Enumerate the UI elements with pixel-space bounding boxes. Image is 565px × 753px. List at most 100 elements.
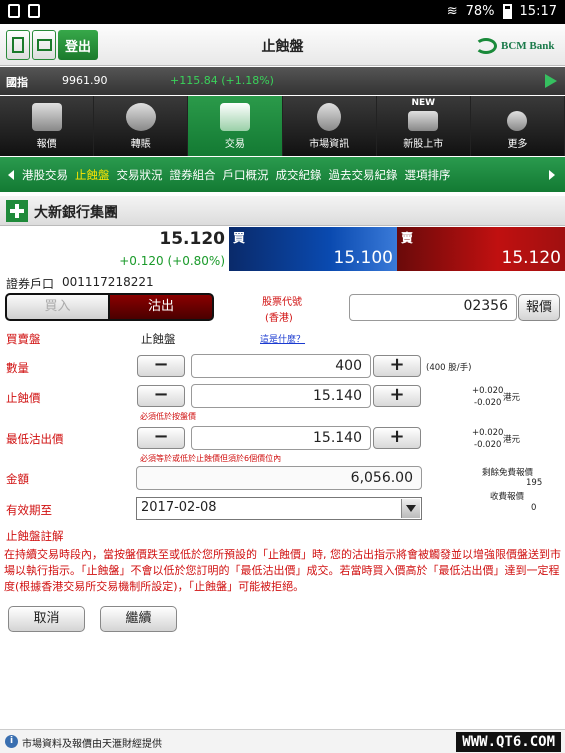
stop-currency: 港元 [503, 393, 521, 403]
amount-label: 金額 [6, 472, 29, 486]
nav-label: 更多 [507, 139, 528, 150]
dropdown-arrow-icon [401, 499, 420, 518]
tab-executed-records[interactable]: 成交紀錄 [276, 167, 322, 183]
price-change: +0.120 (+0.80%) [119, 254, 225, 268]
stop-price-hint: 必須低於按盤價 [140, 412, 196, 421]
cancel-button[interactable]: 取消 [8, 606, 85, 632]
min-sell-price-label: 最低沽出價 [6, 432, 64, 446]
tab-trade-status[interactable]: 交易狀況 [117, 167, 163, 183]
expiry-label: 有效期至 [6, 503, 52, 517]
index-ticker: 國指 9961.90 +115.84 (+1.18%) [0, 67, 565, 95]
tab-hk-stock-trade[interactable]: 港股交易 [22, 167, 68, 183]
amount-field: 6,056.00 [136, 466, 422, 490]
nav-label: 報價 [36, 139, 57, 150]
ask-label: 賣 [401, 231, 414, 245]
stock-header: 大新銀行集團 [0, 196, 565, 226]
sell-toggle[interactable]: 沽出 [110, 293, 214, 321]
continue-button[interactable]: 繼續 [100, 606, 177, 632]
magnifier-icon [317, 103, 342, 131]
sub-nav: 港股交易 止蝕盤 交易狀況 證券組合 戶口概況 成交紀錄 過去交易紀錄 選項排序 [0, 157, 565, 192]
bank-logo: BCM Bank [475, 34, 555, 58]
status-bar: ≋ 78% 15:17 [0, 0, 565, 24]
min-step-down: -0.020 [474, 440, 502, 450]
nav-label: 轉賬 [130, 139, 151, 150]
ticker-index-change: +115.84 (+1.18%) [170, 74, 274, 87]
play-icon[interactable] [545, 74, 557, 88]
quotes-icon [31, 103, 62, 131]
transfer-icon [125, 103, 156, 131]
tab-past-records[interactable]: 過去交易紀錄 [329, 167, 398, 183]
min-sell-price-input[interactable]: 15.140 [191, 426, 371, 450]
tab-sort-options[interactable]: 選項排序 [405, 167, 451, 183]
what-is-this-link[interactable]: 這是什麼？ [260, 332, 305, 345]
nav-more[interactable]: 更多 [471, 96, 565, 156]
stop-price-label: 止蝕價 [6, 391, 41, 405]
expiry-value: 2017-02-08 [141, 500, 217, 515]
order-type-label: 買賣盤 [6, 332, 41, 346]
bank-logo-text: BCM Bank [501, 40, 555, 52]
stop-price-minus-button[interactable]: − [137, 385, 185, 407]
bank-logo-icon [475, 38, 497, 54]
quantity-plus-button[interactable]: + [373, 355, 421, 377]
stock-code-label: 股票代號 [262, 297, 302, 308]
tab-account-overview[interactable]: 戶口概況 [223, 167, 269, 183]
more-dots-icon [507, 111, 528, 131]
free-quotes-label: 剩餘免費報價 [482, 468, 534, 478]
stop-loss-note: 在持續交易時段內，當按盤價跌至或低於您所預設的「止蝕價」時, 您的沽出指示將會被… [4, 548, 561, 593]
account-label: 證券戶口 [6, 277, 55, 291]
account-number: 001117218221 [62, 275, 154, 289]
buy-toggle[interactable]: 買入 [5, 293, 110, 321]
last-price: 15.120 [159, 229, 225, 249]
lot-size-hint: (400 股/手) [426, 363, 472, 373]
title-bar: 登出 止蝕盤 BCM Bank [0, 24, 565, 66]
min-price-minus-button[interactable]: − [137, 427, 185, 449]
nav-trade[interactable]: 交易 [188, 96, 283, 156]
watermark: WWW.QT6.COM [456, 732, 561, 752]
new-badge: NEW [411, 98, 436, 108]
quantity-label: 數量 [6, 361, 29, 375]
nav-label: 新股上市 [403, 139, 444, 150]
ticker-index-name: 國指 [6, 76, 28, 89]
ask-box: 賣 15.120 [397, 227, 565, 271]
stop-step-down: -0.020 [474, 398, 502, 408]
note-title: 止蝕盤註解 [6, 529, 64, 543]
min-price-hint: 必須等於或低於止蝕價但須於6個價位內 [140, 454, 282, 463]
nav-quotes[interactable]: 報價 [0, 96, 95, 156]
nav-label: 交易 [224, 139, 245, 150]
bid-box: 買 15.100 [229, 227, 397, 271]
nav-ipo[interactable]: NEW 新股上市 [377, 96, 471, 156]
ask-price: 15.120 [501, 248, 561, 268]
main-nav: 報價 轉賬 交易 市場資訊 NEW 新股上市 更多 [0, 96, 565, 156]
last-price-box: 15.120 +0.120 (+0.80%) [0, 227, 229, 271]
stop-price-plus-button[interactable]: + [373, 385, 421, 407]
ticker-index-value: 9961.90 [62, 74, 108, 87]
notification-icon [28, 4, 40, 18]
nav-label: 市場資訊 [309, 139, 350, 150]
scroll-left-icon[interactable] [8, 169, 14, 180]
nav-transfer[interactable]: 轉賬 [94, 96, 189, 156]
min-price-plus-button[interactable]: + [373, 427, 421, 449]
quote-panel: 15.120 +0.120 (+0.80%) 買 15.100 賣 15.120 [0, 227, 565, 271]
quantity-input[interactable]: 400 [191, 354, 371, 378]
expiry-select[interactable]: 2017-02-08 [136, 497, 422, 520]
clock: 15:17 [519, 4, 557, 19]
stock-code-sub: (香港) [265, 313, 293, 324]
stop-step-up: +0.020 [472, 386, 504, 396]
bar-chart-icon [408, 111, 439, 131]
stock-code-input[interactable]: 02356 [349, 294, 517, 321]
tab-portfolio[interactable]: 證券組合 [170, 167, 216, 183]
quantity-minus-button[interactable]: − [137, 355, 185, 377]
tab-stop-loss[interactable]: 止蝕盤 [75, 167, 110, 183]
data-source-text: 市場資料及報價由天滙財經提供 [22, 739, 162, 750]
add-watchlist-icon[interactable] [6, 200, 28, 222]
battery-icon [502, 4, 512, 19]
quote-button[interactable]: 報價 [518, 294, 560, 321]
free-quotes-count: 195 [526, 478, 543, 488]
money-icon [219, 103, 250, 131]
info-icon: i [5, 735, 18, 748]
nav-market-info[interactable]: 市場資訊 [283, 96, 377, 156]
bid-price: 15.100 [333, 248, 393, 268]
scroll-right-icon[interactable] [549, 169, 555, 180]
footer: i 市場資料及報價由天滙財經提供 WWW.QT6.COM [0, 729, 565, 753]
stop-price-input[interactable]: 15.140 [191, 384, 371, 408]
